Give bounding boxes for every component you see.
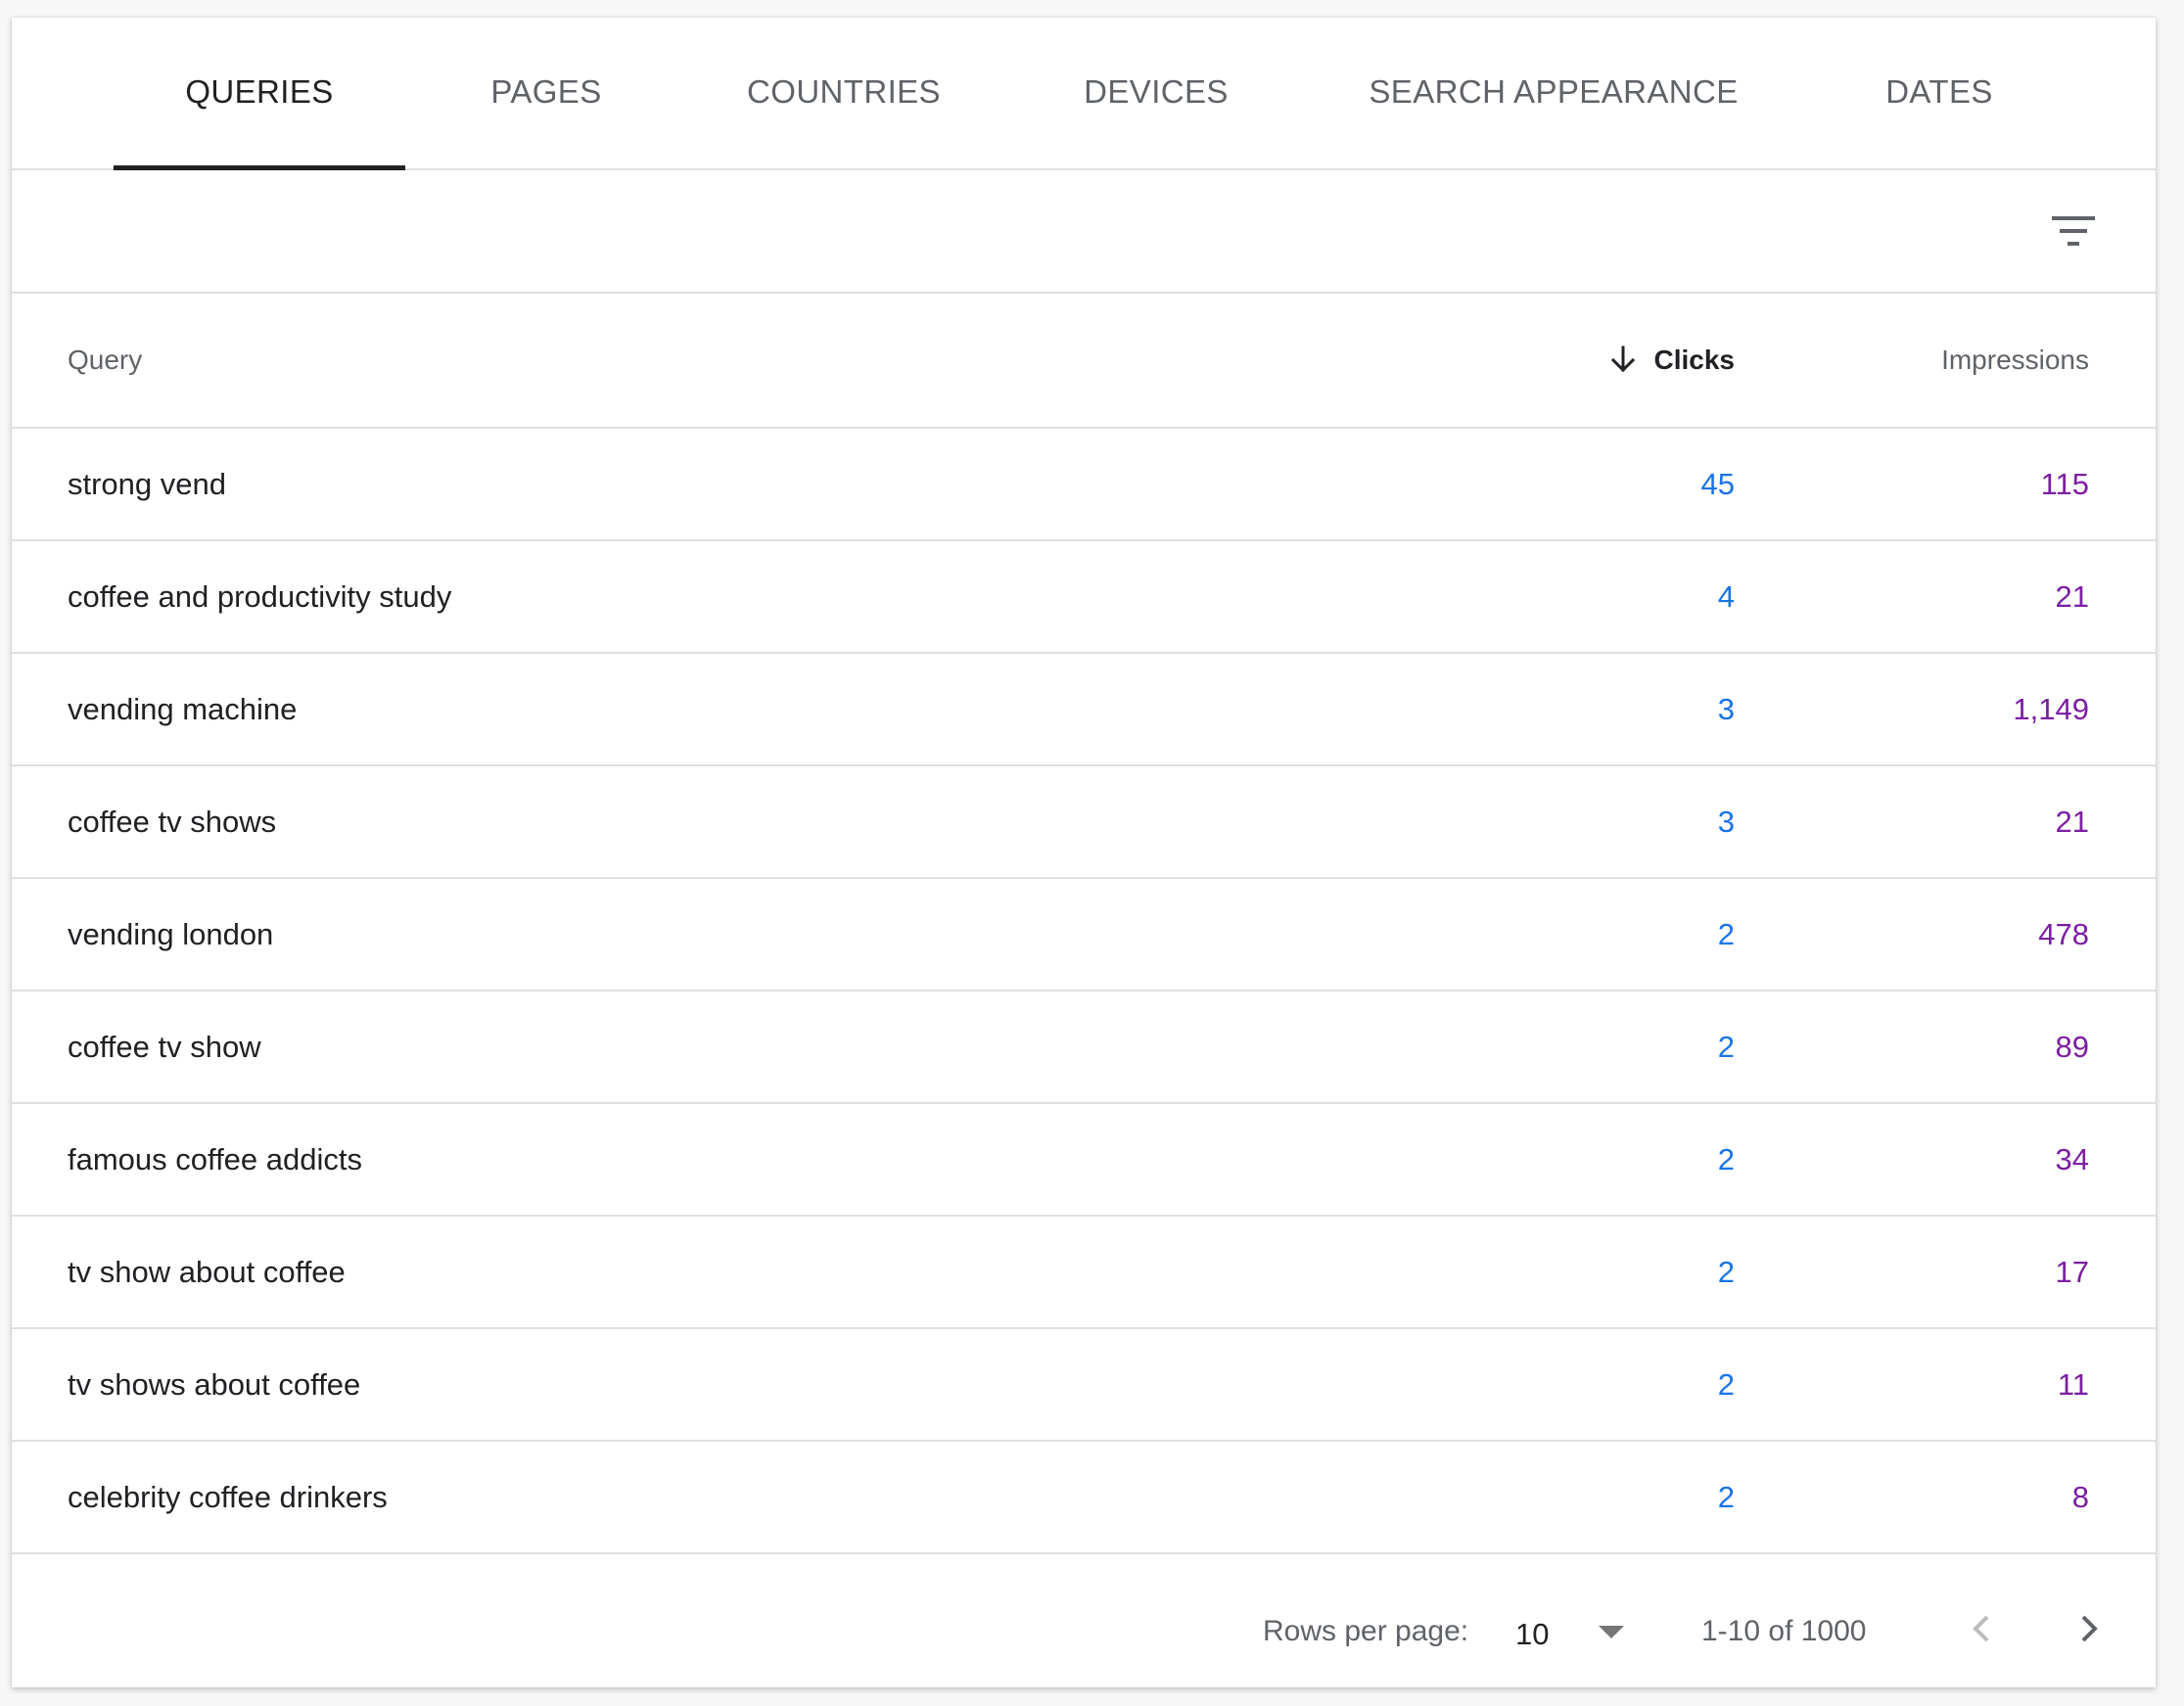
table-row[interactable]: vending london 2 478	[12, 879, 2156, 991]
table-row[interactable]: tv shows about coffee 2 11	[12, 1329, 2156, 1442]
impressions-cell: 8	[2071, 1480, 2089, 1514]
next-page-button[interactable]	[2058, 1598, 2118, 1659]
query-cell: celebrity coffee drinkers	[68, 1480, 388, 1514]
clicks-cell: 3	[1717, 692, 1735, 726]
tab-countries-label: COUNTRIES	[747, 73, 941, 110]
query-cell: strong vend	[68, 467, 226, 501]
performance-table-card: QUERIES PAGES COUNTRIES DEVICES SEARCH A…	[12, 18, 2156, 1687]
query-cell: coffee tv show	[68, 1030, 261, 1064]
impressions-cell: 21	[2055, 805, 2089, 839]
query-cell: tv shows about coffee	[68, 1367, 361, 1402]
table-row[interactable]: famous coffee addicts 2 34	[12, 1104, 2156, 1217]
tab-pages-label: PAGES	[490, 73, 602, 110]
table-header-row: Query Clicks Impressions	[12, 294, 2156, 429]
column-header-clicks[interactable]: Clicks	[1607, 294, 1736, 427]
chevron-right-icon	[2081, 1615, 2098, 1642]
clicks-cell: 4	[1717, 579, 1735, 614]
dimension-tabs: QUERIES PAGES COUNTRIES DEVICES SEARCH A…	[12, 18, 2156, 170]
table-row[interactable]: coffee tv shows 3 21	[12, 766, 2156, 879]
chevron-left-icon	[1973, 1615, 1989, 1642]
table-body: strong vend 45 115 coffee and productivity …	[12, 429, 2156, 1554]
table-row[interactable]: strong vend 45 115	[12, 429, 2156, 541]
clicks-cell: 2	[1717, 1142, 1735, 1176]
tab-devices-label: DEVICES	[1084, 73, 1229, 110]
query-cell: vending london	[68, 917, 274, 951]
impressions-cell: 115	[2040, 467, 2089, 501]
dropdown-arrow-icon	[1599, 1626, 1624, 1638]
rows-per-page-value: 10	[1515, 1617, 1550, 1651]
tab-pages[interactable]: PAGES	[459, 18, 633, 168]
tab-queries-label: QUERIES	[185, 73, 334, 110]
impressions-cell: 11	[2057, 1367, 2089, 1402]
impressions-cell: 478	[2038, 917, 2089, 951]
pagination-footer: Rows per page: 10 1-10 of 1000	[12, 1571, 2156, 1687]
tab-countries[interactable]: COUNTRIES	[726, 18, 961, 168]
impressions-cell: 89	[2055, 1030, 2089, 1064]
column-header-impressions[interactable]: Impressions	[1941, 294, 2089, 427]
clicks-cell: 2	[1717, 1030, 1735, 1064]
pagination-range: 1-10 of 1000	[1701, 1615, 1867, 1647]
table-row[interactable]: vending machine 3 1,149	[12, 654, 2156, 766]
clicks-cell: 2	[1717, 1367, 1735, 1402]
clicks-cell: 45	[1700, 467, 1735, 501]
column-header-query: Query	[68, 345, 143, 375]
filter-button[interactable]	[2042, 200, 2105, 262]
table-toolbar	[12, 170, 2156, 294]
rows-per-page-select[interactable]: 10	[1515, 1600, 1633, 1663]
column-header-clicks-label: Clicks	[1653, 345, 1736, 375]
query-cell: coffee tv shows	[68, 805, 277, 839]
query-cell: coffee and productivity study	[68, 579, 452, 614]
tab-dates[interactable]: DATES	[1852, 18, 2026, 168]
table-row[interactable]: coffee tv show 2 89	[12, 991, 2156, 1104]
table-row[interactable]: celebrity coffee drinkers 2 8	[12, 1442, 2156, 1554]
tab-devices[interactable]: DEVICES	[1044, 18, 1269, 168]
query-cell: vending machine	[68, 692, 298, 726]
impressions-cell: 17	[2055, 1255, 2089, 1289]
query-cell: famous coffee addicts	[68, 1142, 362, 1176]
rows-per-page-label: Rows per page:	[1263, 1615, 1469, 1647]
clicks-cell: 3	[1717, 805, 1735, 839]
table-row[interactable]: tv show about coffee 2 17	[12, 1217, 2156, 1329]
clicks-cell: 2	[1717, 1255, 1735, 1289]
tab-search-appearance[interactable]: SEARCH APPEARANCE	[1353, 18, 1754, 168]
tab-search-appearance-label: SEARCH APPEARANCE	[1369, 73, 1739, 110]
impressions-cell: 1,149	[2013, 692, 2089, 726]
tab-queries[interactable]: QUERIES	[114, 18, 405, 170]
filter-list-icon	[2052, 216, 2095, 246]
previous-page-button[interactable]	[1952, 1598, 2013, 1659]
tab-dates-label: DATES	[1885, 73, 1993, 110]
clicks-cell: 2	[1717, 1480, 1735, 1514]
arrow-down-icon	[1610, 346, 1635, 372]
table-row[interactable]: coffee and productivity study 4 21	[12, 541, 2156, 654]
impressions-cell: 34	[2055, 1142, 2089, 1176]
clicks-cell: 2	[1717, 917, 1735, 951]
query-cell: tv show about coffee	[68, 1255, 346, 1289]
impressions-cell: 21	[2055, 579, 2089, 614]
